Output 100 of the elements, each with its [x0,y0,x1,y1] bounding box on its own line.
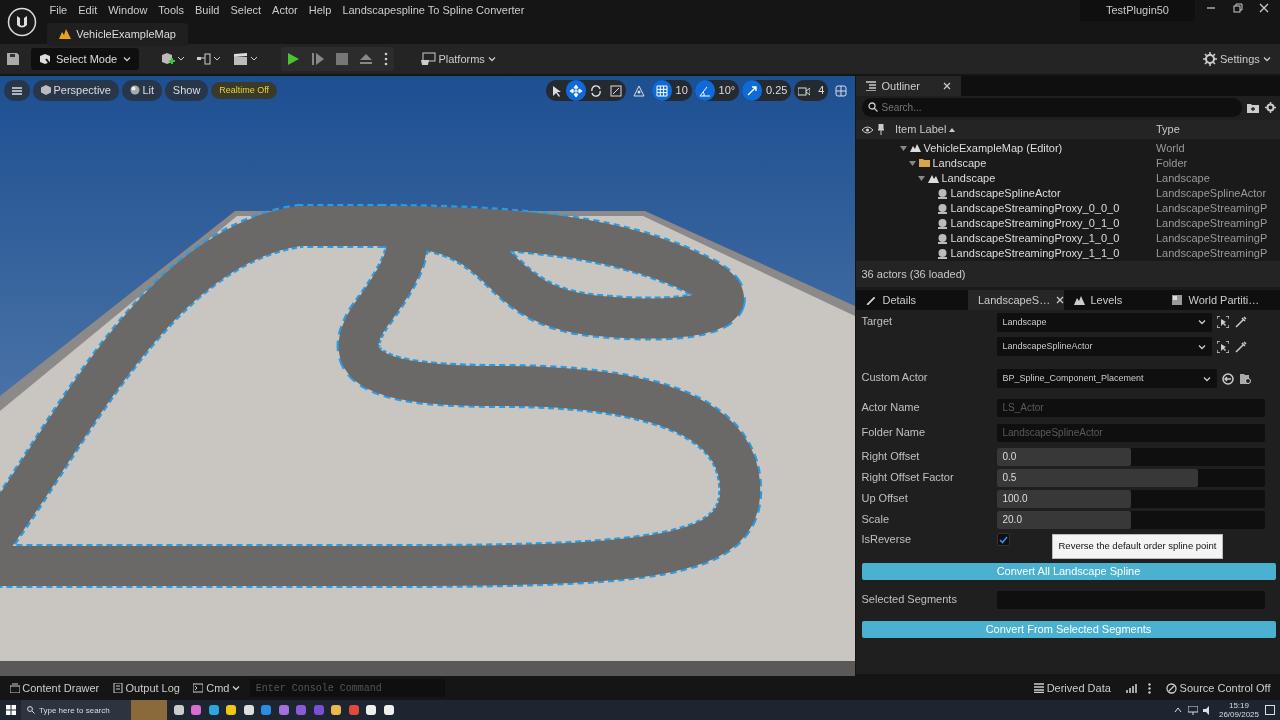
taskbar-search-field[interactable]: Type here to search [21,700,131,720]
menu-item[interactable]: Actor [272,1,298,19]
column-header[interactable]: Item Label [895,121,956,138]
close-icon[interactable] [1259,2,1269,13]
viewport-option-button[interactable]: Show [164,80,209,101]
eye-icon[interactable] [861,125,873,134]
close-icon[interactable] [1055,296,1064,305]
expander-arrow-icon[interactable] [900,145,907,153]
object-dropdown[interactable]: Landscape [996,312,1212,332]
chevron-up-icon[interactable] [1174,707,1183,713]
map-tab[interactable]: VehicleExampleMap [46,23,188,46]
number-slider[interactable]: 100.0 [996,489,1265,508]
item-label: LandscapeSplineActor [950,186,1061,202]
transform-tool-button[interactable] [566,80,587,101]
checkbox[interactable] [996,533,1010,547]
more-options-icon[interactable] [384,52,389,66]
actor-count: 36 actors (36 loaded) [861,267,966,283]
outliner-row[interactable]: LandscapeStreamingProxy_0_0_0 LandscapeStreamingP [856,201,1280,217]
item-label: LandscapeStreamingProxy_0_1_0 [950,216,1120,232]
play-icon[interactable] [286,52,301,66]
close-icon[interactable] [943,82,951,90]
drawer-icon [9,683,20,693]
restore-icon[interactable] [1232,2,1243,13]
list-icon [866,81,876,91]
console-input[interactable]: Enter Console Command [249,679,445,697]
status-bar-button[interactable]: Output Log [108,677,184,699]
property-label: IsReverse [861,532,913,548]
panel-tab[interactable]: Levels [1064,290,1162,311]
item-type: Folder [1156,156,1188,172]
status-bar-button[interactable]: Cmd [189,677,245,699]
unreal-logo-icon[interactable] [7,7,37,37]
menu-button[interactable] [4,80,30,101]
number-slider[interactable]: 0.5 [996,469,1265,488]
search-field[interactable]: Search... [861,98,1242,118]
settings-dropdown[interactable]: Settings [1199,48,1275,70]
outliner-tab[interactable]: Outliner [856,76,961,96]
panel-tab[interactable]: World Partiti… [1162,290,1280,311]
menu-item[interactable]: Window [108,1,148,19]
status-bar-button[interactable]: Content Drawer [5,677,104,699]
select-mode-dropdown[interactable]: Select Mode [30,47,139,71]
eyedropper-icon[interactable] [1234,340,1247,353]
use-selected-icon[interactable] [1222,372,1234,385]
text-field[interactable]: LS_Actor [996,398,1265,417]
viewport-option-button[interactable]: Perspective [32,80,119,101]
panel-tab[interactable]: LandscapeS… [968,290,1064,311]
property-label: Actor Name [861,399,921,415]
property-label: Up Offset [861,490,909,506]
expander-arrow-icon[interactable] [918,175,925,183]
add-actor-icon[interactable] [160,52,185,66]
search-icon [27,706,35,714]
add-folder-icon[interactable] [1247,102,1259,113]
outliner-row[interactable]: LandscapeStreamingProxy_1_0_0 LandscapeStreamingP [856,231,1280,247]
outliner-row[interactable]: LandscapeStreamingProxy_1_1_0 LandscapeStreamingP [856,246,1280,262]
blueprint-icon[interactable] [195,52,222,66]
panel-tab[interactable]: Details [856,290,968,311]
status-bar-button[interactable]: Source Control Off [1161,677,1275,699]
eyedropper-icon[interactable] [1234,316,1247,329]
windows-logo-icon[interactable] [5,705,16,715]
text-field[interactable]: LandscapeSplineActor [996,423,1265,442]
expander-arrow-icon[interactable] [909,160,916,168]
number-slider[interactable]: 20.0 [996,510,1265,529]
more-options-icon[interactable] [1147,682,1151,694]
scale-arrow-icon [745,85,758,98]
plugin-menu[interactable]: Landscapespline To Spline Converter [342,1,525,19]
outliner-row[interactable]: Landscape Folder [856,156,1280,172]
clock-time: 15:19 [1228,701,1249,710]
menu-item[interactable]: Build [195,1,220,19]
clapperboard-icon[interactable] [232,52,259,66]
menu-item[interactable]: Edit [78,1,98,19]
browse-folder-icon[interactable] [1239,372,1252,385]
object-dropdown[interactable]: LandscapeSplineActor [996,337,1212,357]
stop-icon[interactable] [336,53,349,65]
settings-icon[interactable] [1264,102,1276,114]
menu-item[interactable]: Tools [158,1,184,19]
object-dropdown[interactable]: BP_Spline_Component_Placement [996,369,1217,389]
eject-icon[interactable] [359,53,374,65]
grid-icon [655,85,668,98]
item-type: LandscapeStreamingP [1156,216,1268,232]
outliner-row[interactable]: LandscapeStreamingProxy_0_1_0 LandscapeStreamingP [856,216,1280,232]
pin-icon[interactable] [878,124,884,136]
network-icon[interactable] [1187,705,1198,715]
column-header[interactable]: Type [1156,121,1180,138]
select-in-viewport-icon[interactable] [1217,340,1229,353]
project-name: TestPlugin50 [1080,0,1195,21]
outliner-row[interactable]: Landscape Landscape [856,171,1280,187]
select-in-viewport-icon[interactable] [1217,316,1229,329]
save-icon[interactable] [5,52,20,66]
bar-chart-icon[interactable] [1125,683,1137,693]
step-forward-icon[interactable] [311,52,326,66]
platforms-dropdown[interactable]: Platforms [415,48,500,70]
status-bar-button[interactable]: Derived Data [1029,677,1115,699]
outliner-row[interactable]: VehicleExampleMap (Editor) World [856,141,1280,157]
menu-item[interactable]: File [49,1,68,19]
notification-icon[interactable] [1264,705,1275,715]
menu-item[interactable]: Help [308,1,332,19]
number-slider[interactable]: 0.0 [996,448,1265,467]
menu-item[interactable]: Select [230,1,262,19]
actor-sphere-icon [936,188,948,200]
outliner-row[interactable]: LandscapeSplineActor LandscapeSplineActor [856,186,1280,202]
caret-icon [122,55,131,63]
